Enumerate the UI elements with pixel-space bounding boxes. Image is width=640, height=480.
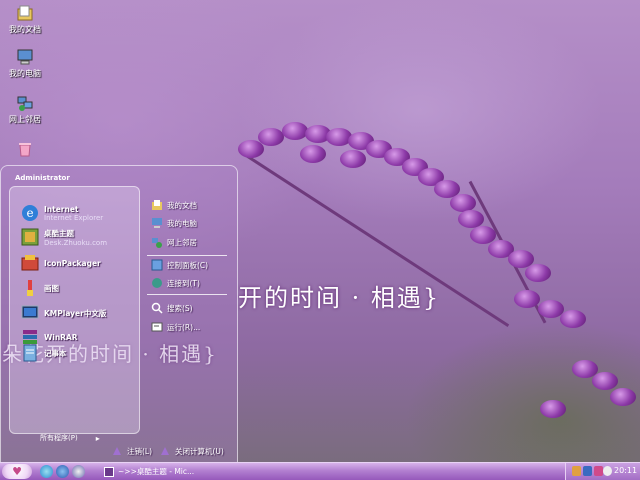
my-documents-icon (152, 200, 162, 210)
desktop-icon-my-documents[interactable]: 我的文档 (4, 4, 46, 35)
show-desktop-icon[interactable] (40, 465, 53, 478)
start-item-subtitle: Desk.Zhuoku.com (44, 238, 108, 247)
start-right-my-computer[interactable]: 我的电脑 (151, 217, 197, 229)
system-tray: 20:11 (565, 463, 640, 480)
svg-text:e: e (26, 206, 33, 220)
logoff-icon (113, 447, 121, 455)
start-item-zhuoku[interactable]: 桌酷主题 Desk.Zhuoku.com (20, 227, 107, 247)
connect-to-icon (152, 278, 162, 288)
start-right-label: 我的文档 (167, 200, 197, 210)
taskbar-window-label: ~>>桌酷主题 - Mic... (118, 467, 195, 476)
desktop-icon-label: 我的文档 (9, 25, 41, 34)
iconpackager-icon (21, 255, 39, 271)
recycle-bin-icon (19, 143, 31, 157)
taskbar: ♥ ~>>桌酷主题 - Mic... 20:11 (0, 462, 640, 480)
internet-explorer-icon: e (22, 205, 38, 221)
window-icon (104, 466, 114, 477)
tray-icon-network[interactable] (583, 466, 592, 476)
start-item-notepad[interactable]: 记事本 (20, 343, 67, 363)
start-item-kmplayer[interactable]: KMPlayer中文版 (20, 303, 106, 323)
logoff-label: 注销(L) (127, 446, 153, 456)
start-item-title: 桌酷主题 (44, 228, 74, 238)
tray-icon-app[interactable] (594, 466, 603, 476)
start-item-subtitle: Internet Explorer (44, 213, 104, 222)
start-button[interactable]: ♥ (2, 464, 32, 479)
internet-explorer-icon[interactable] (56, 465, 69, 478)
start-right-label: 连接到(T) (167, 278, 200, 288)
start-menu-divider (147, 255, 227, 256)
logoff-button[interactable]: 注销(L) (111, 445, 152, 457)
start-right-search[interactable]: 搜索(S) (151, 302, 193, 314)
desktop-icon-label: 我的电脑 (9, 69, 41, 78)
network-places-icon (152, 238, 162, 248)
notepad-icon (23, 344, 37, 362)
my-documents-icon (17, 5, 33, 21)
zhuoku-theme-icon (21, 228, 39, 246)
desktop-icon-my-computer[interactable]: 我的电脑 (4, 48, 46, 79)
start-right-label: 运行(R)... (167, 322, 201, 332)
start-item-paint[interactable]: 画图 (20, 278, 59, 298)
tray-icon-user[interactable] (572, 466, 581, 476)
start-right-label: 网上邻居 (167, 237, 197, 247)
start-item-title: Internet (44, 204, 79, 214)
taskbar-window-button[interactable]: ~>>桌酷主题 - Mic... (100, 464, 250, 479)
media-player-icon[interactable] (72, 465, 85, 478)
start-item-iconpackager[interactable]: IconPackager (20, 253, 101, 273)
start-right-run[interactable]: 运行(R)... (151, 321, 200, 333)
start-right-label: 搜索(S) (167, 303, 193, 313)
start-right-control-panel[interactable]: 控制面板(C) (151, 259, 208, 271)
desktop-icon-label: 网上邻居 (9, 115, 41, 124)
clock[interactable]: 20:11 (614, 466, 637, 475)
start-right-my-documents[interactable]: 我的文档 (151, 199, 197, 211)
tray-icon-volume[interactable] (603, 466, 612, 476)
shutdown-label: 关闭计算机(U) (175, 446, 224, 456)
start-item-title: IconPackager (44, 258, 101, 268)
start-right-label: 我的电脑 (167, 218, 197, 228)
paint-icon (27, 280, 33, 296)
start-menu-footer: 注销(L) 关闭计算机(U) (1, 442, 237, 462)
shutdown-button[interactable]: 关闭计算机(U) (159, 445, 224, 457)
start-menu-divider (147, 294, 227, 295)
my-computer-icon (152, 218, 162, 228)
start-right-connect-to[interactable]: 连接到(T) (151, 277, 200, 289)
start-right-network[interactable]: 网上邻居 (151, 236, 197, 248)
start-item-title: 画图 (44, 283, 59, 293)
shutdown-icon (161, 447, 169, 455)
heart-icon: ♥ (12, 465, 22, 478)
my-computer-icon (17, 49, 33, 65)
desktop-icon-recycle-bin[interactable] (4, 140, 46, 160)
start-item-title: KMPlayer中文版 (44, 308, 107, 318)
network-places-icon (17, 96, 33, 111)
start-item-title: 记事本 (44, 348, 67, 358)
start-item-title: WinRAR (44, 332, 78, 342)
start-menu-username: Administrator (15, 174, 70, 182)
start-item-internet[interactable]: e Internet Internet Explorer (20, 203, 103, 223)
run-icon (151, 322, 163, 332)
search-icon (151, 302, 163, 314)
wallpaper-slogan: 开的时间 · 相遇} (238, 284, 441, 312)
desktop-icon-network[interactable]: 网上邻居 (4, 94, 46, 125)
kmplayer-icon (21, 305, 39, 319)
control-panel-icon (151, 259, 163, 271)
start-menu-programs-pane: e Internet Internet Explorer 桌酷主题 Desk.Z… (9, 186, 140, 443)
start-menu: Administrator e Internet Internet Explor… (0, 165, 238, 463)
start-right-label: 控制面板(C) (167, 260, 209, 270)
